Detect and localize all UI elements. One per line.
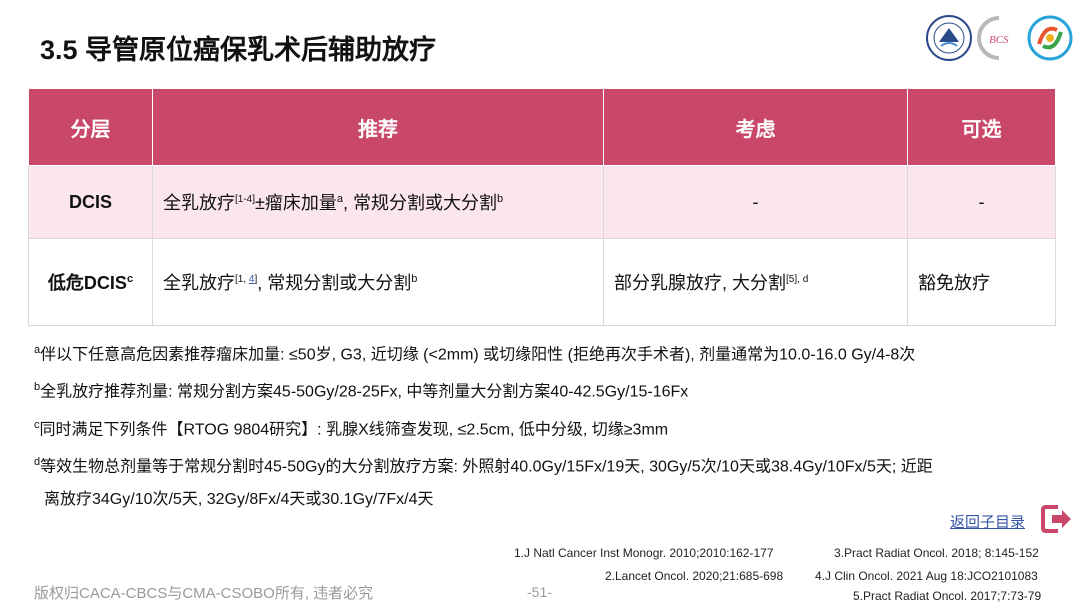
svg-text:BCS: BCS: [989, 34, 1009, 46]
bcs-logo: BCS: [977, 16, 1009, 60]
association-seal-logo: [926, 15, 972, 61]
consider-cell: -: [603, 165, 908, 239]
recommend-cell: 全乳放疗[1, 4], 常规分割或大分割b: [152, 238, 604, 326]
footnote-a: a伴以下任意高危因素推荐瘤床加量: ≤50岁, G3, 近切缘 (<2mm) 或…: [34, 344, 916, 364]
header-optional: 可选: [907, 88, 1056, 166]
footnote-c: c同时满足下列条件【RTOG 9804研究】: 乳腺X线筛查发现, ≤2.5cm…: [34, 418, 669, 438]
layer-cell: 低危DCISc: [28, 238, 153, 326]
optional-cell: 豁免放疗: [907, 238, 1056, 326]
footnote-d: d等效生物总剂量等于常规分割时45-50Gy的大分割放疗方案: 外照射40.0G…: [34, 455, 933, 476]
footnote-d-continued: 离放疗34Gy/10次/5天, 32Gy/8Fx/4天或30.1Gy/7Fx/4…: [44, 491, 434, 509]
reference-3: 3.Pract Radiat Oncol. 2018; 8:145-152: [834, 546, 1039, 560]
footnotes: a伴以下任意高危因素推荐瘤床加量: ≤50岁, G3, 近切缘 (<2mm) 或…: [34, 334, 1064, 516]
table-header-row: 分层 推荐 考虑 可选: [28, 88, 1056, 166]
header-recommend: 推荐: [152, 88, 604, 166]
csobo-logo: [1027, 15, 1073, 61]
reference-4: 4.J Clin Oncol. 2021 Aug 18:JCO2101083: [815, 569, 1038, 583]
footnote-b: b全乳放疗推荐剂量: 常规分割方案45-50Gy/28-25Fx, 中等剂量大分…: [34, 381, 689, 401]
header-consider: 考虑: [603, 88, 908, 166]
copyright-notice: 版权归CACA-CBCS与CMA-CSOBO所有, 违者必究: [34, 585, 374, 602]
table-row: 低危DCISc 全乳放疗[1, 4], 常规分割或大分割b 部分乳腺放疗, 大分…: [28, 238, 1056, 326]
reference-5: 5.Pract Radiat Oncol. 2017;7:73-79: [853, 589, 1042, 603]
page-number: -51-: [527, 584, 552, 600]
logo-group: BCS: [925, 14, 1075, 64]
reference-1: 1.J Natl Cancer Inst Monogr. 2010;2010:1…: [514, 546, 774, 560]
table-row: DCIS 全乳放疗[1-4]±瘤床加量a, 常规分割或大分割b - -: [28, 165, 1056, 239]
layer-cell: DCIS: [28, 165, 153, 239]
reference-2: 2.Lancet Oncol. 2020;21:685-698: [605, 569, 784, 583]
recommend-cell: 全乳放疗[1-4]±瘤床加量a, 常规分割或大分割b: [152, 165, 604, 239]
consider-cell: 部分乳腺放疗, 大分割[5], d: [603, 238, 908, 326]
exit-arrow-icon[interactable]: [1040, 503, 1074, 535]
recommendation-table: 分层 推荐 考虑 可选 DCIS 全乳放疗[1-4]±瘤床加量a, 常规分割或大…: [28, 88, 1056, 326]
page-title: 3.5 导管原位癌保乳术后辅助放疗: [40, 35, 437, 65]
optional-cell: -: [907, 165, 1056, 239]
header-layer: 分层: [28, 88, 153, 166]
back-to-submenu-link[interactable]: 返回子目录: [950, 511, 1025, 532]
